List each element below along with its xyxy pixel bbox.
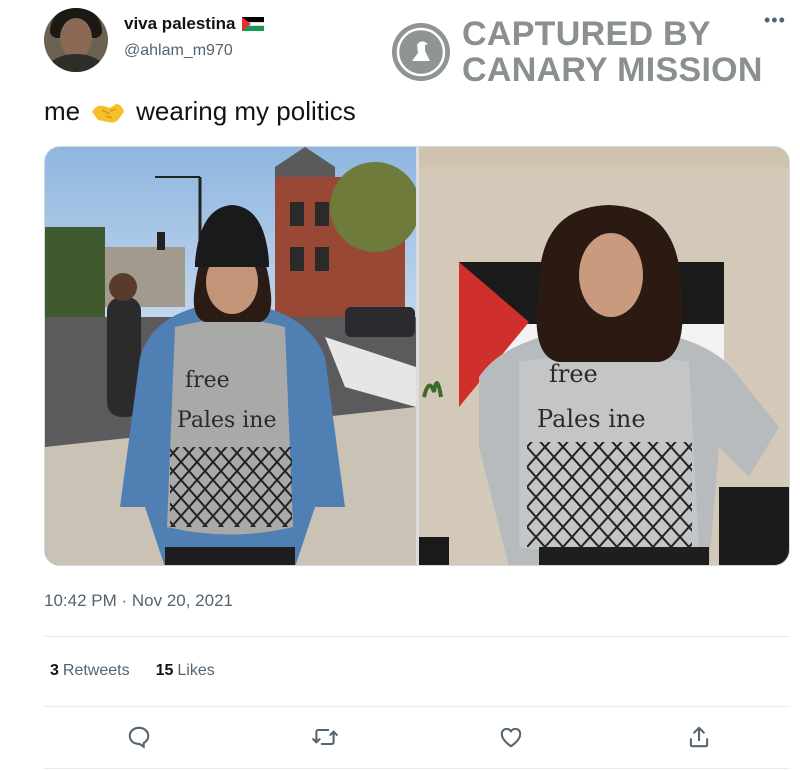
watermark: CAPTURED BY CANARY MISSION — [392, 16, 763, 88]
watermark-line2: CANARY MISSION — [462, 51, 763, 89]
retweets-stat[interactable]: 3 Retweets — [50, 662, 130, 680]
retweets-label: Retweets — [62, 662, 130, 679]
reply-button[interactable] — [122, 720, 156, 754]
display-name[interactable]: viva palestina — [124, 14, 236, 34]
avatar[interactable] — [44, 8, 108, 72]
palestine-flag-icon — [241, 17, 264, 31]
photo-indoor[interactable]: free Pales ine — [419, 147, 789, 565]
more-options-icon[interactable]: ••• — [764, 10, 786, 31]
canary-bird-icon — [392, 23, 450, 81]
tweet-text-end: wearing my politics — [136, 96, 356, 126]
shirt-text-palestine: Pales ine — [177, 408, 277, 433]
likes-label: Likes — [177, 662, 215, 679]
photo-street[interactable]: free Pales ine — [45, 147, 416, 565]
engagement-stats: 3 Retweets 15 Likes — [50, 662, 215, 680]
shirt-text-palestine-2: Pales ine — [537, 405, 646, 433]
like-button[interactable] — [494, 720, 528, 754]
handshake-icon — [92, 103, 125, 123]
user-handle[interactable]: @ahlam_m970 — [124, 42, 233, 60]
divider — [44, 706, 790, 707]
divider — [44, 636, 790, 637]
tweet-timestamp[interactable]: 10:42 PM · Nov 20, 2021 — [44, 591, 233, 611]
retweet-button[interactable] — [308, 720, 342, 754]
shirt-text-free: free — [185, 368, 230, 393]
likes-count: 15 — [155, 662, 174, 679]
share-button[interactable] — [682, 720, 716, 754]
tweet-text: me wearing my politics — [44, 96, 356, 127]
retweet-icon — [312, 728, 338, 746]
share-icon — [689, 726, 709, 748]
like-icon — [500, 727, 522, 748]
action-bar — [44, 720, 790, 754]
divider — [44, 768, 790, 769]
retweets-count: 3 — [50, 662, 59, 679]
shirt-text-free-2: free — [549, 360, 598, 388]
media-grid[interactable]: free Pales ine free Pales ine — [44, 146, 790, 566]
tweet-text-start: me — [44, 96, 81, 126]
tweet: viva palestina @ahlam_m970 CAPTURED BY C… — [0, 0, 800, 771]
watermark-text: CAPTURED BY CANARY MISSION — [462, 16, 763, 88]
reply-icon — [128, 726, 150, 749]
watermark-line1: CAPTURED BY — [462, 15, 711, 53]
display-name-row[interactable]: viva palestina — [124, 14, 264, 34]
likes-stat[interactable]: 15 Likes — [156, 662, 215, 680]
